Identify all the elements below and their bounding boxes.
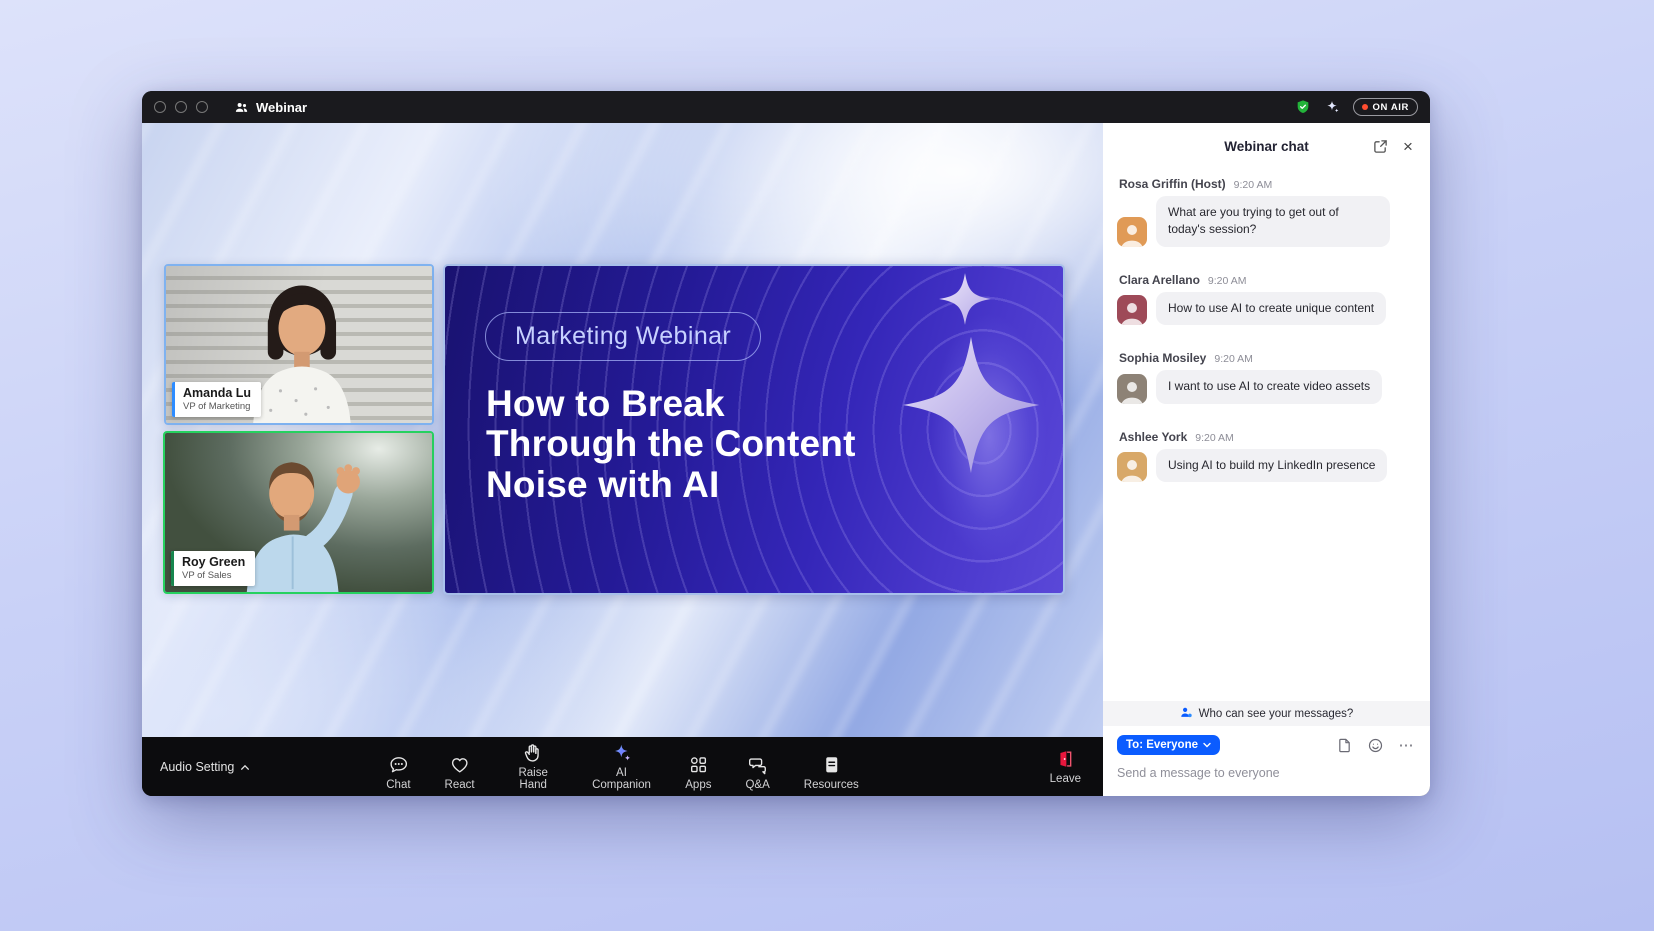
leave-button[interactable]: Leave — [1046, 746, 1085, 787]
recipient-selector[interactable]: To: Everyone — [1117, 735, 1220, 755]
chat-title: Webinar chat — [1224, 139, 1309, 154]
close-icon[interactable]: × — [1398, 136, 1418, 156]
speaker-tile-roy[interactable]: Roy Green VP of Sales — [163, 431, 434, 594]
avatar — [1117, 374, 1147, 404]
chevron-up-icon — [240, 760, 250, 774]
window-controls — [154, 101, 208, 113]
message-bubble: Using AI to build my LinkedIn presence — [1156, 449, 1387, 482]
privacy-person-icon — [1180, 706, 1193, 722]
message-author: Sophia Mosiley — [1119, 351, 1206, 365]
toolbar-qa[interactable]: Q&A — [741, 752, 773, 793]
message-bubble: I want to use AI to create video assets — [1156, 370, 1382, 403]
ai-sparkle-icon[interactable] — [1324, 99, 1341, 116]
toolbar-resources-label: Resources — [804, 779, 859, 791]
titlebar: Webinar ON AIR — [142, 91, 1430, 123]
on-air-dot — [1362, 104, 1368, 110]
toolbar-ai-companion-label: AI Companion — [592, 767, 652, 791]
popout-icon[interactable] — [1370, 136, 1390, 156]
avatar — [1117, 217, 1147, 247]
speaker-name: Roy Green — [182, 555, 245, 569]
chat-panel: Webinar chat × Rosa Griffin (Host) 9:20 … — [1103, 123, 1430, 796]
chat-header: Webinar chat × — [1103, 123, 1430, 169]
message-time: 9:20 AM — [1234, 179, 1273, 191]
webinar-window: Webinar ON AIR — [142, 91, 1430, 796]
chat-message: Sophia Mosiley 9:20 AM I want to use AI … — [1117, 351, 1414, 403]
message-author: Rosa Griffin (Host) — [1119, 177, 1226, 191]
toolbar-apps-label: Apps — [685, 779, 711, 791]
toolbar-raise-hand-label: Raise Hand — [509, 767, 558, 791]
message-time: 9:20 AM — [1208, 275, 1247, 287]
message-bubble: How to use AI to create unique content — [1156, 292, 1386, 325]
toolbar-resources[interactable]: Resources — [800, 752, 863, 793]
app-title: Webinar — [256, 100, 307, 115]
chat-message-list: Rosa Griffin (Host) 9:20 AM What are you… — [1103, 169, 1430, 701]
leave-door-icon — [1054, 748, 1076, 770]
more-options-icon[interactable]: ⋯ — [1396, 735, 1416, 755]
toolbar-center: Chat React Raise Hand — [382, 740, 863, 793]
message-bubble: What are you trying to get out of today'… — [1156, 196, 1390, 247]
slide-headline: How to Break Through the Content Noise w… — [486, 384, 856, 505]
toolbar-ai-companion[interactable]: AI Companion — [588, 740, 656, 793]
toolbar-raise-hand[interactable]: Raise Hand — [505, 740, 562, 793]
video-stage: Amanda Lu VP of Marketing — [142, 123, 1103, 737]
resources-icon — [820, 754, 842, 776]
raise-hand-icon — [522, 742, 544, 764]
chat-message: Clara Arellano 9:20 AM How to use AI to … — [1117, 273, 1414, 325]
toolbar-chat[interactable]: Chat — [382, 752, 414, 793]
speaker-tile-amanda[interactable]: Amanda Lu VP of Marketing — [164, 264, 434, 425]
composer: To: Everyone ⋯ — [1103, 726, 1430, 796]
headline-line-1: How to Break — [486, 384, 856, 424]
ai-companion-icon — [610, 742, 632, 764]
privacy-note-label: Who can see your messages? — [1199, 708, 1354, 720]
message-input[interactable] — [1117, 766, 1416, 780]
message-time: 9:20 AM — [1195, 432, 1234, 444]
toolbar-apps[interactable]: Apps — [681, 752, 715, 793]
decor-star-large — [900, 334, 1042, 476]
nametag-amanda: Amanda Lu VP of Marketing — [172, 382, 261, 417]
chat-footer: Who can see your messages? To: Everyone — [1103, 701, 1430, 796]
audio-setting-button[interactable]: Audio Setting — [160, 760, 250, 774]
avatar — [1117, 295, 1147, 325]
on-air-label: ON AIR — [1373, 102, 1410, 113]
heart-icon — [449, 754, 471, 776]
speaker-name: Amanda Lu — [183, 386, 251, 400]
attach-file-icon[interactable] — [1334, 735, 1354, 755]
emoji-icon[interactable] — [1365, 735, 1385, 755]
qa-icon — [747, 754, 769, 776]
toolbar-chat-label: Chat — [386, 779, 410, 791]
presentation-slide: Marketing Webinar How to Break Through t… — [443, 264, 1065, 595]
leave-label: Leave — [1050, 773, 1081, 785]
window-maximize-button[interactable] — [196, 101, 208, 113]
webinar-icon — [234, 100, 249, 115]
toolbar-react[interactable]: React — [441, 752, 479, 793]
chevron-down-icon — [1203, 739, 1211, 751]
message-author: Ashlee York — [1119, 430, 1187, 444]
speaker-role: VP of Marketing — [183, 401, 251, 412]
chat-icon — [387, 754, 409, 776]
window-minimize-button[interactable] — [175, 101, 187, 113]
titlebar-right: ON AIR — [1295, 98, 1419, 116]
decor-star-small — [938, 272, 992, 326]
privacy-note[interactable]: Who can see your messages? — [1103, 701, 1430, 726]
nametag-roy: Roy Green VP of Sales — [171, 551, 255, 586]
avatar — [1117, 452, 1147, 482]
toolbar-qa-label: Q&A — [745, 779, 769, 791]
chat-message: Rosa Griffin (Host) 9:20 AM What are you… — [1117, 177, 1414, 247]
apps-icon — [687, 754, 709, 776]
on-air-badge: ON AIR — [1353, 98, 1419, 116]
speaker-role: VP of Sales — [182, 570, 245, 581]
slide-badge: Marketing Webinar — [485, 312, 761, 361]
audio-setting-label: Audio Setting — [160, 760, 234, 774]
recipient-label: To: Everyone — [1126, 739, 1198, 751]
message-author: Clara Arellano — [1119, 273, 1200, 287]
app-title-group: Webinar — [234, 100, 307, 115]
security-shield-icon[interactable] — [1295, 99, 1312, 116]
headline-line-3: Noise with AI — [486, 465, 856, 505]
meeting-toolbar: Audio Setting Chat — [142, 737, 1103, 796]
message-time: 9:20 AM — [1214, 353, 1253, 365]
window-close-button[interactable] — [154, 101, 166, 113]
toolbar-react-label: React — [445, 779, 475, 791]
headline-line-2: Through the Content — [486, 424, 856, 464]
chat-message: Ashlee York 9:20 AM Using AI to build my… — [1117, 430, 1414, 482]
